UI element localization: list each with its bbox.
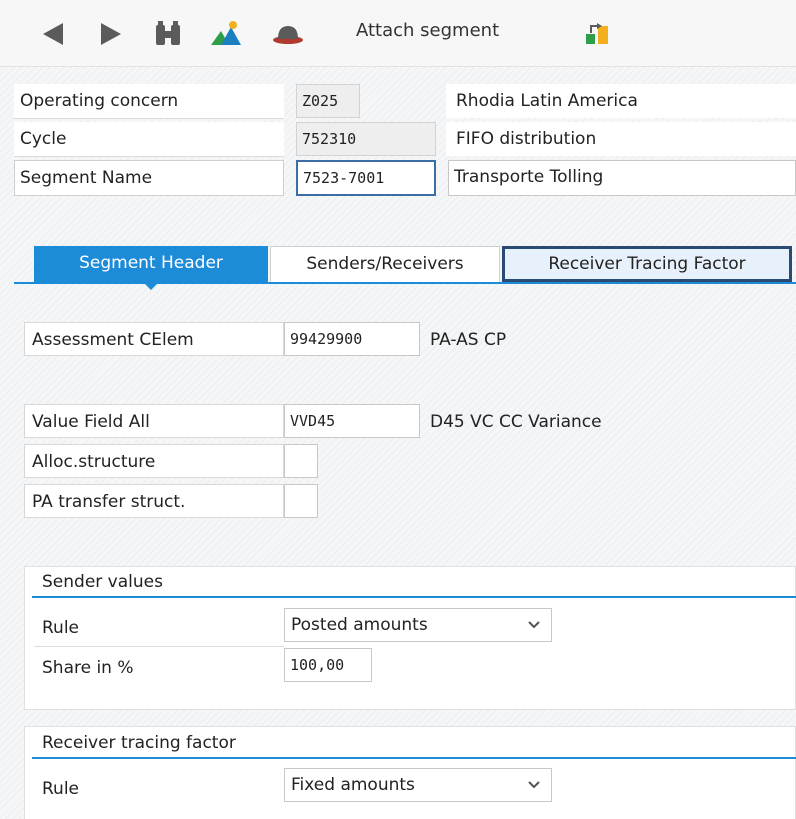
left-triangle-icon xyxy=(43,23,63,45)
assessment-celem-desc: PA-AS CP xyxy=(430,330,507,350)
sender-rule-value: Posted amounts xyxy=(291,615,428,635)
pa-transfer-struct-checkbox[interactable] xyxy=(284,484,318,518)
sender-values-title: Sender values xyxy=(42,572,163,592)
hat-button[interactable] xyxy=(268,14,308,54)
right-triangle-icon xyxy=(101,23,121,45)
tab-senders-receivers[interactable]: Senders/Receivers xyxy=(270,246,500,282)
sender-rule-label: Rule xyxy=(42,618,80,638)
segment-name-field[interactable]: 7523-7001 xyxy=(296,160,436,196)
tab-strip-line xyxy=(14,282,796,284)
binoculars-icon xyxy=(156,21,180,45)
operating-concern-desc: Rhodia Latin America xyxy=(456,91,638,111)
share-field[interactable]: 100,00 xyxy=(284,648,372,682)
value-field-all-desc: D45 VC CC Variance xyxy=(430,412,602,432)
chevron-down-icon xyxy=(527,769,541,812)
receiver-rule-select[interactable]: Fixed amounts xyxy=(284,768,552,802)
assessment-celem-field[interactable]: 99429900 xyxy=(284,322,420,356)
alloc-structure-label: Alloc.structure xyxy=(32,452,156,472)
sender-rule-select[interactable]: Posted amounts xyxy=(284,608,552,642)
toolbar: Attach segment xyxy=(0,0,796,67)
attach-icon xyxy=(586,23,608,44)
tab-segment-header[interactable]: Segment Header xyxy=(34,246,268,282)
value-field-all-field[interactable]: VVD45 xyxy=(284,404,420,438)
pa-transfer-struct-label: PA transfer struct. xyxy=(32,492,186,512)
cycle-field[interactable]: 752310 xyxy=(296,122,436,156)
hat-icon xyxy=(273,26,303,44)
value-field-all-label: Value Field All xyxy=(32,412,150,432)
operating-concern-field[interactable]: Z025 xyxy=(296,84,360,118)
attach-icon-button[interactable] xyxy=(580,14,614,54)
alloc-structure-checkbox[interactable] xyxy=(284,444,318,478)
operating-concern-label: Operating concern xyxy=(20,91,179,111)
cycle-desc: FIFO distribution xyxy=(456,129,597,149)
find-button[interactable] xyxy=(150,14,186,54)
chart-button[interactable] xyxy=(206,14,246,54)
forward-button[interactable] xyxy=(94,14,128,54)
assessment-celem-label: Assessment CElem xyxy=(32,330,194,350)
attach-segment-button[interactable]: Attach segment xyxy=(356,20,499,41)
tab-receiver-tracing-factor[interactable]: Receiver Tracing Factor xyxy=(502,246,792,282)
segment-name-desc-field[interactable]: Transporte Tolling xyxy=(448,160,796,196)
cycle-label: Cycle xyxy=(20,129,67,149)
back-button[interactable] xyxy=(36,14,70,54)
receiver-rule-label: Rule xyxy=(42,779,80,799)
share-label: Share in % xyxy=(42,658,134,678)
receiver-tracing-title: Receiver tracing factor xyxy=(42,733,236,753)
receiver-rule-value: Fixed amounts xyxy=(291,775,415,795)
chevron-down-icon xyxy=(527,609,541,652)
segment-name-label: Segment Name xyxy=(20,168,153,188)
mountain-chart-icon xyxy=(211,21,241,45)
